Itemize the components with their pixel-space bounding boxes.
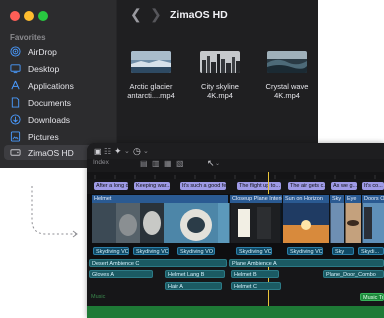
sidebar-item-applications[interactable]: Applications <box>4 78 112 93</box>
sidebar-item-airdrop[interactable]: AirDrop <box>4 44 112 59</box>
forward-chevron-icon[interactable]: ❯ <box>150 6 162 23</box>
title-clip[interactable]: Keeping war... <box>134 182 170 190</box>
voiceover-clip[interactable]: Skydiving VO <box>133 247 169 255</box>
speed-icon[interactable]: ◷ <box>133 146 141 157</box>
favorites-heading: Favorites <box>10 33 46 42</box>
documents-icon <box>9 97 21 109</box>
video-filmstrip[interactable] <box>92 203 384 243</box>
chevron-down-icon[interactable]: ⌄ <box>124 147 130 155</box>
voiceover-clip[interactable]: Skydiving VO <box>93 247 129 255</box>
voiceover-clip[interactable]: Skydiving VO <box>236 247 272 255</box>
file-name: Arctic glacier antarcti....mp4 <box>127 82 175 100</box>
index-button[interactable]: Index <box>93 159 109 166</box>
connector-arrow-icon <box>31 186 78 238</box>
file-name: City skyline 4K.mp4 <box>201 82 239 100</box>
airdrop-icon <box>9 46 21 58</box>
sidebar-item-pictures[interactable]: Pictures <box>4 129 112 144</box>
applications-icon <box>9 80 21 92</box>
close-button[interactable] <box>10 11 20 21</box>
title-clip[interactable]: It's such a good fe... <box>180 182 226 190</box>
timeline-toolbar <box>87 159 384 172</box>
file-item[interactable]: City skyline 4K.mp4 <box>190 51 250 100</box>
video-clip-label: Sky <box>330 195 344 203</box>
audio-clip[interactable]: Helmet B <box>231 270 279 278</box>
voiceover-clip[interactable]: Skydiving VO <box>177 247 215 255</box>
solo-icon[interactable]: ▧ <box>176 159 184 168</box>
pictures-icon <box>9 131 21 143</box>
layout-icon[interactable]: ☷ <box>104 147 111 156</box>
sidebar-item-downloads[interactable]: Downloads <box>4 112 112 127</box>
file-thumbnail <box>200 51 240 73</box>
window-title: ZimaOS HD <box>170 9 228 21</box>
video-clip-label: Helmet <box>92 195 228 203</box>
title-clip[interactable]: The air gets c... <box>288 182 325 190</box>
downloads-icon <box>9 114 21 126</box>
audio-clip[interactable]: Desert Ambience C <box>89 259 227 267</box>
music-clip[interactable]: Music Tra... <box>360 293 384 301</box>
drive-icon <box>9 147 21 159</box>
sidebar-item-label: ZimaOS HD <box>28 147 74 158</box>
video-clip-label: Sun on Horizon <box>283 195 329 203</box>
audio-clip[interactable]: Hair A <box>165 282 222 290</box>
file-thumbnail <box>267 51 307 73</box>
audio-clip[interactable]: Gloves A <box>89 270 153 278</box>
skimming-icon[interactable]: ▦ <box>164 159 172 168</box>
sidebar-item-label: Desktop <box>28 63 60 74</box>
music-lane-label: Music <box>91 294 106 300</box>
sidebar-item-label: Documents <box>28 97 71 108</box>
desktop-icon <box>9 63 21 75</box>
file-thumbnail <box>131 51 171 73</box>
back-chevron-icon[interactable]: ❮ <box>130 6 142 23</box>
zoom-button[interactable] <box>38 11 48 21</box>
audio-clip[interactable]: Helmet C <box>231 282 281 290</box>
sidebar-item-desktop[interactable]: Desktop <box>4 61 112 76</box>
audio-clip[interactable]: Plane_Door_Combo <box>323 270 384 278</box>
file-item[interactable]: Crystal wave 4K.mp4 <box>257 51 317 100</box>
snapping-icon[interactable]: ▥ <box>152 159 160 168</box>
sidebar-item-label: Pictures <box>28 131 59 142</box>
audio-clip[interactable]: Helmet Lang B <box>165 270 225 278</box>
file-name: Crystal wave 4K.mp4 <box>265 82 309 100</box>
timeline-ruler[interactable] <box>87 172 384 179</box>
chevron-down-icon[interactable]: ⌄ <box>143 147 149 155</box>
video-clip-label: Closeup Plane Interior <box>230 195 282 203</box>
voiceover-clip[interactable]: Skydiving VO <box>287 247 323 255</box>
title-clip[interactable]: It's co... <box>362 182 384 190</box>
sidebar-item-label: Applications <box>28 80 74 91</box>
voiceover-clip[interactable]: Skydi... <box>358 247 384 255</box>
video-clip-label: Eye <box>345 195 361 203</box>
audio-clip[interactable]: Plane Ambience A <box>229 259 384 267</box>
title-clip[interactable]: After a long d... <box>94 182 128 190</box>
file-item[interactable]: Arctic glacier antarcti....mp4 <box>121 51 181 100</box>
sidebar-item-documents[interactable]: Documents <box>4 95 112 110</box>
chevron-down-icon[interactable]: ⌄ <box>215 160 220 167</box>
video-clip-label: Doors Op... <box>362 195 384 203</box>
sidebar-item-label: AirDrop <box>28 46 57 57</box>
title-clip[interactable]: As we g... <box>331 182 357 190</box>
clip-appearance-icon[interactable]: ▤ <box>140 159 148 168</box>
voiceover-clip[interactable]: Sky <box>332 247 354 255</box>
magic-wand-icon[interactable]: ✦ <box>114 146 122 157</box>
browser-icon[interactable]: ▣ <box>94 147 102 156</box>
sidebar-item-label: Downloads <box>28 114 71 125</box>
minimize-button[interactable] <box>24 11 34 21</box>
music-track[interactable] <box>87 306 384 318</box>
title-clip[interactable]: The flight up to... <box>237 182 281 190</box>
select-tool-icon[interactable]: ↖ <box>207 158 215 169</box>
